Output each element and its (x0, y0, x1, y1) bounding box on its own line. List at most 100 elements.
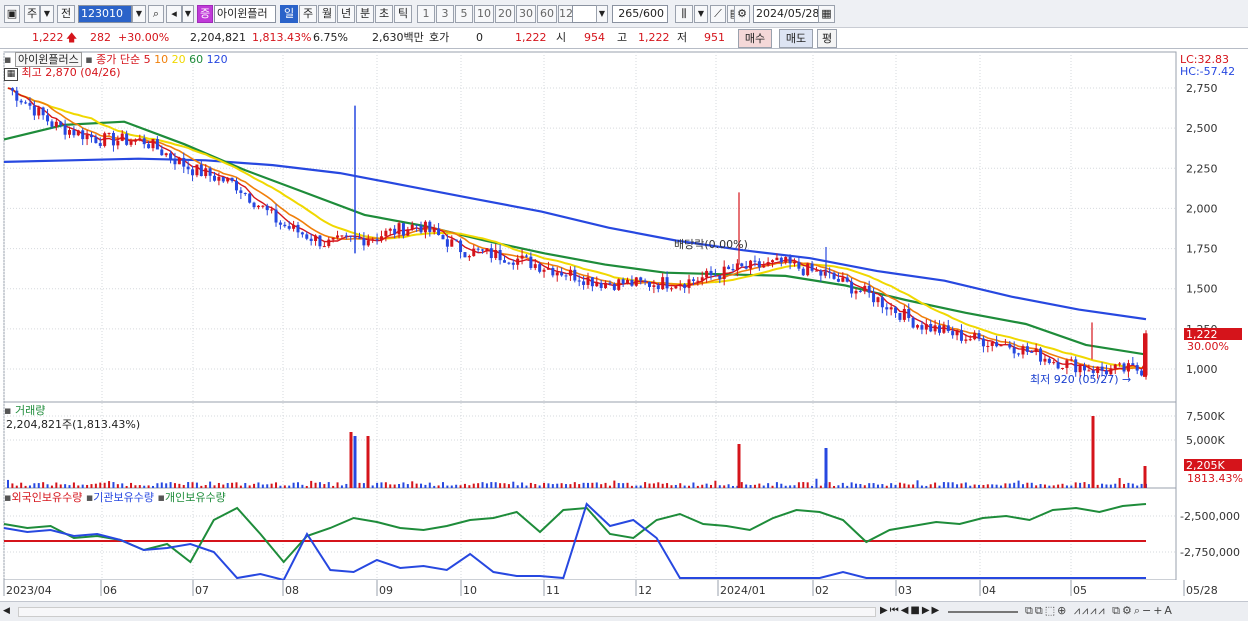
volume-bar (134, 485, 137, 488)
volume-bar (200, 485, 203, 488)
current-price-tag: 1,222 (1184, 328, 1242, 341)
candle-body (485, 248, 489, 251)
volume-bar (1096, 484, 1099, 488)
search-icon[interactable]: ⌕ (148, 5, 164, 23)
stock-chart[interactable]: 2,7502,5002,2502,0001,7501,5001,2501,000… (0, 50, 1248, 621)
speaker-dropdown-icon[interactable]: ▼ (182, 5, 194, 23)
volume-bar (863, 485, 866, 488)
period-tab-4[interactable]: 분 (356, 5, 374, 23)
code-dropdown-icon[interactable]: ▼ (132, 5, 146, 23)
candle-body (261, 205, 265, 207)
candle-type-icon[interactable]: ⫼ (675, 5, 693, 23)
volume-bar (872, 483, 875, 488)
candle-body (68, 130, 72, 135)
date-input[interactable]: 2024/05/28 (753, 5, 819, 23)
candle-body (393, 228, 397, 235)
volume-bar (314, 482, 317, 488)
candle-type-dropdown-icon[interactable]: ▼ (694, 5, 708, 23)
nav-controls-icon[interactable]: ▶⏮◀■▶▶ (880, 605, 941, 616)
candle-body (388, 228, 392, 231)
candle-body (669, 288, 673, 290)
candle-body (511, 262, 515, 265)
volume-bar (283, 485, 286, 488)
buy-button[interactable]: 매수 (738, 29, 772, 48)
ma-period-10: 10 (150, 53, 169, 66)
sell-button[interactable]: 매도 (779, 29, 813, 48)
tool-icons[interactable]: ⧉⧉⬚⊕ ⩘⩘⩘⩘ ⧉⚙⌕−+A (1025, 604, 1174, 618)
count-dropdown-icon[interactable]: ▼ (596, 5, 608, 23)
candle-body (626, 279, 630, 284)
prev-button[interactable]: 전 (57, 5, 75, 23)
volume-bar (1017, 480, 1020, 488)
volume-bar (499, 483, 502, 488)
interval-button-10[interactable]: 10 (474, 5, 494, 23)
volume-bar (951, 482, 954, 488)
period-tab-2[interactable]: 월 (318, 5, 336, 23)
volume-bar (1004, 483, 1007, 488)
candle-body (362, 238, 366, 246)
volume-bar (740, 482, 743, 488)
candle-body (700, 277, 704, 281)
period-tab-1[interactable]: 주 (299, 5, 317, 23)
period-tab-3[interactable]: 년 (337, 5, 355, 23)
candle-body (300, 232, 304, 235)
candle-body (744, 266, 748, 269)
volume-bar (978, 484, 981, 488)
zoom-slider[interactable] (948, 611, 1018, 613)
bottom-bar: ◀ ▶⏮◀■▶▶ ⧉⧉⬚⊕ ⩘⩘⩘⩘ ⧉⚙⌕−+A (0, 601, 1248, 621)
interval-button-5[interactable]: 5 (455, 5, 473, 23)
page-counter[interactable]: 265/600 (612, 5, 668, 23)
chart-area[interactable]: 2,7502,5002,2502,0001,7501,5001,2501,000… (0, 50, 1248, 621)
candle-body (432, 228, 436, 232)
settings-icon[interactable]: ⚙ (734, 5, 750, 23)
candle-body (441, 235, 445, 240)
candle-body (169, 153, 173, 160)
candle-body (419, 225, 423, 233)
candle-body (476, 248, 480, 250)
volume-bar (472, 483, 475, 488)
trend-line-icon[interactable]: ⟋ (710, 5, 726, 23)
speaker-icon[interactable]: ◂ (166, 5, 182, 23)
volume-bar (459, 485, 462, 488)
eval-button[interactable]: 평 (817, 29, 837, 48)
dividend-note: 배당락(0.00%) (674, 238, 748, 251)
interval-button-1[interactable]: 1 (417, 5, 435, 23)
calendar-icon[interactable]: ▦ (4, 68, 18, 81)
interval-button-20[interactable]: 20 (495, 5, 515, 23)
volume-bar (1030, 482, 1033, 488)
code-input[interactable]: 123010 (78, 5, 132, 23)
volume-bar (1043, 484, 1046, 488)
low-label: 저 (677, 31, 688, 44)
layout-icon[interactable]: ▣ (4, 5, 20, 23)
interval-button-30[interactable]: 30 (516, 5, 536, 23)
candle-body (1052, 362, 1056, 364)
interval-button-60[interactable]: 60 (537, 5, 557, 23)
market-select[interactable]: 주 (24, 5, 40, 23)
stock-name-field[interactable]: 아이윈플러 (214, 5, 276, 23)
period-tab-5[interactable]: 초 (375, 5, 393, 23)
volume-tick-label: 5,000K (1186, 434, 1225, 447)
candle-body (340, 235, 344, 237)
scrollbar-track[interactable] (18, 607, 876, 617)
x-axis-label: 06 (103, 584, 117, 597)
candle-body (15, 90, 19, 101)
market-dropdown-icon[interactable]: ▼ (40, 5, 54, 23)
volume-bar (859, 484, 862, 488)
candle-body (371, 239, 375, 241)
candle-body (1012, 347, 1016, 354)
period-tab-6[interactable]: 틱 (394, 5, 412, 23)
volume-bar (398, 483, 401, 488)
candle-body (481, 249, 485, 251)
interval-button-3[interactable]: 3 (436, 5, 454, 23)
scroll-left-icon[interactable]: ◀ (3, 605, 15, 618)
volume-bar (718, 485, 721, 488)
volume-bar (1109, 484, 1112, 488)
volume-bar (982, 484, 985, 488)
calendar-icon[interactable]: ▦ (818, 5, 835, 23)
price-tick-label: 1,750 (1186, 243, 1218, 256)
candle-body (283, 224, 287, 227)
volume-bar (323, 484, 326, 488)
volume-bar (1087, 484, 1090, 488)
period-tab-0[interactable]: 일 (280, 5, 298, 23)
candle-body (336, 235, 340, 238)
